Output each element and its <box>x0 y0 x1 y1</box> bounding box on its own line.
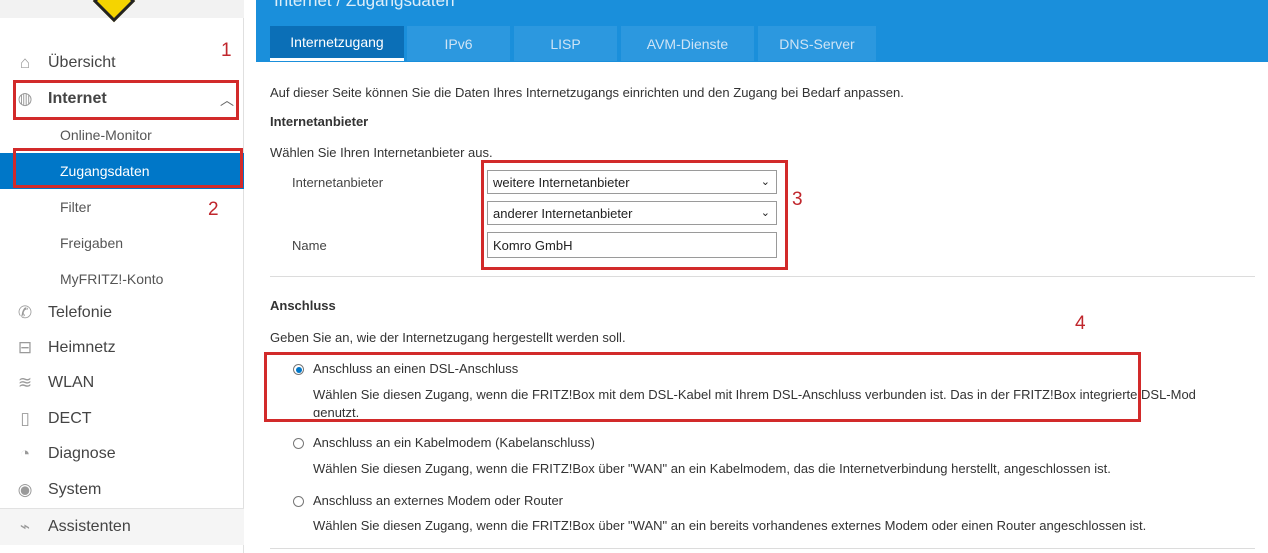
home-icon: ⌂ <box>19 53 31 72</box>
connection-heading: Anschluss <box>270 298 336 313</box>
provider-hint: Wählen Sie Ihren Internetanbieter aus. <box>270 145 493 160</box>
annotation-box-dsl <box>264 352 1141 422</box>
sidebar-item-diagnose[interactable]: ◔ Diagnose <box>0 436 244 472</box>
annotation-box-internet <box>13 80 239 120</box>
sidebar-item-system[interactable]: ◉ System <box>0 472 244 508</box>
section-divider <box>270 276 1255 277</box>
annotation-number-4: 4 <box>1075 313 1086 334</box>
sidebar-item-uebersicht[interactable]: ⌂ Übersicht <box>0 45 244 81</box>
network-icon: ⊟ <box>17 338 33 357</box>
sidebar-sub-label: Online-Monitor <box>60 127 152 143</box>
header-bar: Internet / Zugangsdaten Internetzugang I… <box>256 0 1268 62</box>
provider-heading: Internetanbieter <box>270 114 369 129</box>
sidebar-item-wlan[interactable]: ≋ WLAN <box>0 365 244 401</box>
sidebar-sub-label: Freigaben <box>60 235 124 251</box>
wifi-icon: ≋ <box>17 373 33 392</box>
tab-ipv6[interactable]: IPv6 <box>407 26 510 61</box>
wizard-icon: ⌁ <box>19 517 31 536</box>
cable-modem-radio[interactable] <box>293 438 304 449</box>
connection-hint: Geben Sie an, wie der Internetzugang her… <box>270 330 626 345</box>
phone-icon: ✆ <box>17 303 33 322</box>
intro-text: Auf dieser Seite können Sie die Daten Ih… <box>270 85 904 100</box>
sidebar-item-assistenten[interactable]: ⌁ Assistenten <box>0 508 244 545</box>
sidebar-item-dect[interactable]: ▯ DECT <box>0 401 244 437</box>
sidebar-item-label: Telefonie <box>48 304 113 321</box>
sidebar-sub-label: Filter <box>60 199 92 215</box>
provider-label: Internetanbieter <box>292 175 384 190</box>
annotation-box-zugangsdaten <box>13 148 243 188</box>
annotation-number-1: 1 <box>221 40 232 61</box>
sidebar-sub-myfritz-konto[interactable]: MyFRITZ!-Konto <box>0 261 244 297</box>
sidebar-item-label: DECT <box>48 410 92 427</box>
annotation-number-2: 2 <box>208 199 219 220</box>
dect-icon: ▯ <box>20 409 30 428</box>
sidebar-item-label: System <box>48 481 102 498</box>
tab-label: IPv6 <box>444 35 473 52</box>
sidebar-sub-freigaben[interactable]: Freigaben <box>0 225 244 261</box>
sidebar-item-label: Übersicht <box>48 54 116 71</box>
sidebar-item-label: Assistenten <box>48 518 131 535</box>
tab-internetzugang[interactable]: Internetzugang <box>270 26 404 61</box>
sidebar-sub-label: MyFRITZ!-Konto <box>60 271 164 287</box>
page-title: Internet / Zugangsdaten <box>274 0 455 10</box>
tab-avm-dienste[interactable]: AVM-Dienste <box>621 26 754 61</box>
tab-dns-server[interactable]: DNS-Server <box>758 26 876 61</box>
annotation-box-provider <box>481 160 788 270</box>
cable-option-desc: Wählen Sie diesen Zugang, wenn die FRITZ… <box>313 461 1111 476</box>
tab-label: AVM-Dienste <box>646 35 729 52</box>
tab-label: Internetzugang <box>290 34 384 50</box>
sidebar-item-heimnetz[interactable]: ⊟ Heimnetz <box>0 330 244 366</box>
tab-label: LISP <box>550 35 581 52</box>
annotation-number-3: 3 <box>792 189 803 210</box>
external-option-label[interactable]: Anschluss an externes Modem oder Router <box>313 493 563 508</box>
bottom-divider <box>270 548 1255 549</box>
external-option-desc: Wählen Sie diesen Zugang, wenn die FRITZ… <box>313 518 1147 533</box>
external-modem-radio[interactable] <box>293 496 304 507</box>
cable-option-label[interactable]: Anschluss an ein Kabelmodem (Kabelanschl… <box>313 435 595 450</box>
sidebar-item-label: WLAN <box>48 374 95 391</box>
diagnose-icon: ◔ <box>19 444 31 463</box>
tab-label: DNS-Server <box>779 35 855 52</box>
sidebar-item-label: Diagnose <box>48 445 116 462</box>
system-icon: ◉ <box>17 480 33 499</box>
sidebar-item-label: Heimnetz <box>48 339 116 356</box>
name-label: Name <box>292 238 327 253</box>
tab-lisp[interactable]: LISP <box>514 26 617 61</box>
sidebar-item-telefonie[interactable]: ✆ Telefonie <box>0 295 244 331</box>
